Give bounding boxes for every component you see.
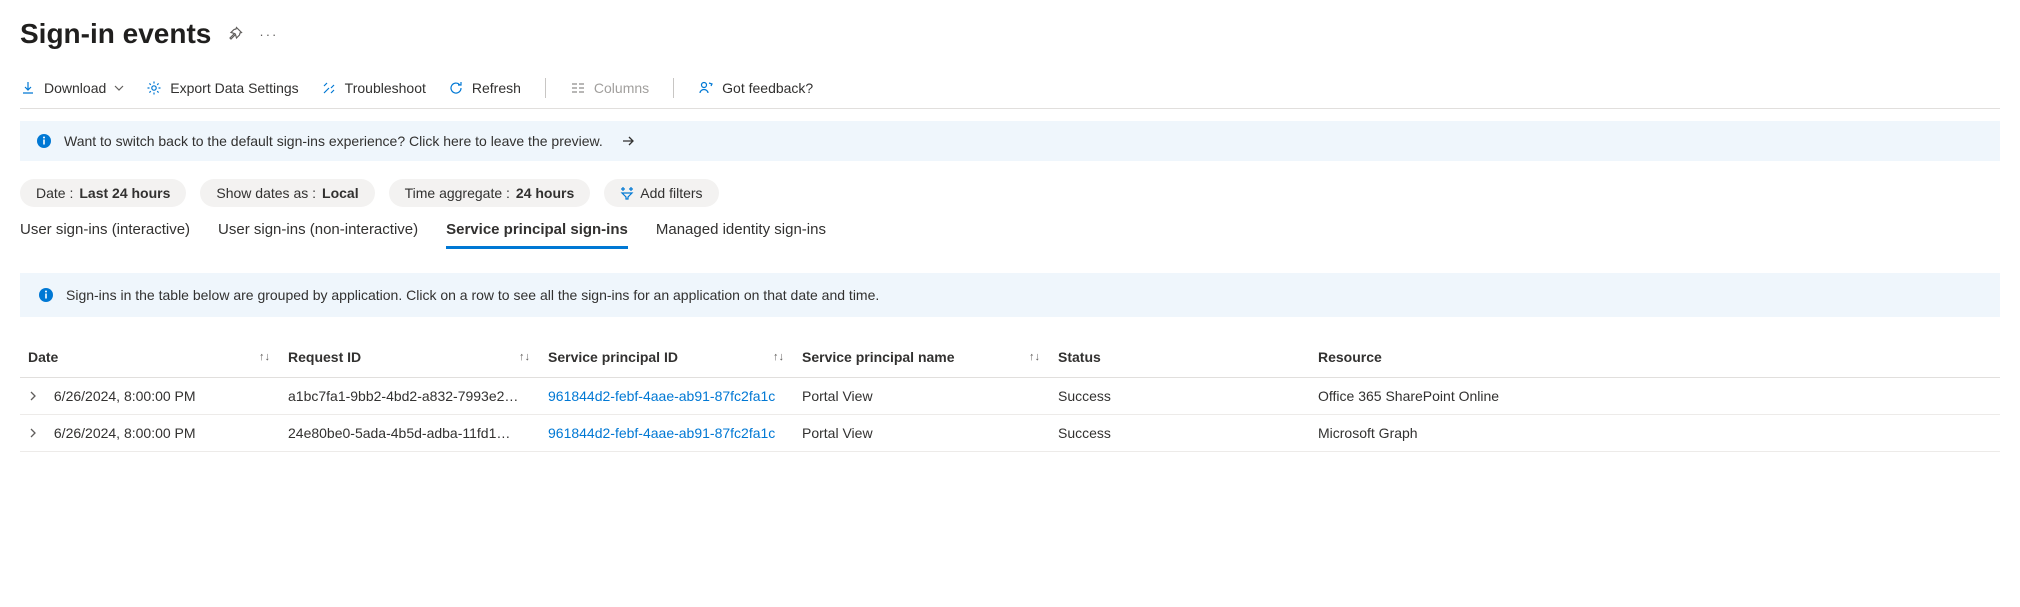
separator [673, 78, 674, 98]
page-title: Sign-in events [20, 18, 211, 50]
troubleshoot-icon [321, 80, 337, 96]
cell-date: 6/26/2024, 8:00:00 PM [54, 425, 196, 441]
columns-icon [570, 80, 586, 96]
table-header-row: Date↑↓ Request ID↑↓ Service principal ID… [20, 339, 2000, 378]
col-sp-name[interactable]: Service principal name↑↓ [794, 339, 1050, 378]
cell-sp-name: Portal View [794, 378, 1050, 415]
export-label: Export Data Settings [170, 80, 298, 96]
pill-value: Local [322, 185, 359, 201]
preview-banner[interactable]: Want to switch back to the default sign-… [20, 121, 2000, 161]
add-filter-button[interactable]: Add filters [604, 179, 718, 207]
sort-icon: ↑↓ [773, 351, 784, 363]
table-info-banner: Sign-ins in the table below are grouped … [20, 273, 2000, 317]
pin-icon[interactable] [227, 26, 243, 42]
filter-pills: Date : Last 24 hours Show dates as : Loc… [20, 179, 2000, 207]
refresh-icon [448, 80, 464, 96]
chevron-right-icon[interactable] [28, 428, 46, 438]
cell-resource: Microsoft Graph [1310, 415, 2000, 452]
cell-request-id: a1bc7fa1-9bb2-4bd2-a832-7993e2… [280, 378, 540, 415]
refresh-label: Refresh [472, 80, 521, 96]
tab-managed-identity[interactable]: Managed identity sign-ins [656, 221, 826, 249]
sort-icon: ↑↓ [519, 351, 530, 363]
chevron-down-icon [114, 80, 124, 96]
download-label: Download [44, 80, 106, 96]
refresh-button[interactable]: Refresh [448, 80, 521, 96]
sort-icon: ↑↓ [259, 351, 270, 363]
feedback-button[interactable]: Got feedback? [698, 80, 813, 96]
cell-resource: Office 365 SharePoint Online [1310, 378, 2000, 415]
export-settings-button[interactable]: Export Data Settings [146, 80, 298, 96]
filter-pill-timezone[interactable]: Show dates as : Local [200, 179, 374, 207]
cell-date: 6/26/2024, 8:00:00 PM [54, 388, 196, 404]
feedback-icon [698, 80, 714, 96]
filter-icon [620, 186, 634, 200]
separator [545, 78, 546, 98]
col-status[interactable]: Status [1050, 339, 1310, 378]
columns-button: Columns [570, 80, 649, 96]
tabs: User sign-ins (interactive) User sign-in… [20, 221, 2000, 249]
command-bar: Download Export Data Settings Troublesho… [20, 78, 2000, 109]
columns-label: Columns [594, 80, 649, 96]
more-icon[interactable]: ··· [259, 27, 278, 42]
troubleshoot-button[interactable]: Troubleshoot [321, 80, 426, 96]
chevron-right-icon[interactable] [28, 391, 46, 401]
arrow-right-icon[interactable] [621, 134, 635, 148]
cell-request-id: 24e80be0-5ada-4b5d-adba-11fd1… [280, 415, 540, 452]
table-row[interactable]: 6/26/2024, 8:00:00 PM a1bc7fa1-9bb2-4bd2… [20, 378, 2000, 415]
banner-text: Want to switch back to the default sign-… [64, 133, 603, 149]
feedback-label: Got feedback? [722, 80, 813, 96]
gear-icon [146, 80, 162, 96]
cell-sp-id-link[interactable]: 961844d2-febf-4aae-ab91-87fc2fa1c [548, 388, 775, 404]
pill-label: Date : [36, 185, 73, 201]
cell-sp-name: Portal View [794, 415, 1050, 452]
tab-user-noninteractive[interactable]: User sign-ins (non-interactive) [218, 221, 418, 249]
info-icon [38, 287, 54, 303]
download-button[interactable]: Download [20, 80, 124, 96]
col-sp-id[interactable]: Service principal ID↑↓ [540, 339, 794, 378]
cell-status: Success [1050, 415, 1310, 452]
col-resource[interactable]: Resource [1310, 339, 2000, 378]
info-icon [36, 133, 52, 149]
troubleshoot-label: Troubleshoot [345, 80, 426, 96]
table-row[interactable]: 6/26/2024, 8:00:00 PM 24e80be0-5ada-4b5d… [20, 415, 2000, 452]
tab-user-interactive[interactable]: User sign-ins (interactive) [20, 221, 190, 249]
add-filter-label: Add filters [640, 185, 702, 201]
col-date[interactable]: Date↑↓ [20, 339, 280, 378]
tab-service-principal[interactable]: Service principal sign-ins [446, 221, 628, 249]
pill-label: Show dates as : [216, 185, 316, 201]
col-request-id[interactable]: Request ID↑↓ [280, 339, 540, 378]
pill-value: Last 24 hours [79, 185, 170, 201]
page-header: Sign-in events ··· [20, 18, 2000, 50]
cell-status: Success [1050, 378, 1310, 415]
filter-pill-date[interactable]: Date : Last 24 hours [20, 179, 186, 207]
pill-label: Time aggregate : [405, 185, 510, 201]
sort-icon: ↑↓ [1029, 351, 1040, 363]
download-icon [20, 80, 36, 96]
filter-pill-aggregate[interactable]: Time aggregate : 24 hours [389, 179, 591, 207]
pill-value: 24 hours [516, 185, 574, 201]
signins-table: Date↑↓ Request ID↑↓ Service principal ID… [20, 339, 2000, 452]
table-info-text: Sign-ins in the table below are grouped … [66, 287, 879, 303]
cell-sp-id-link[interactable]: 961844d2-febf-4aae-ab91-87fc2fa1c [548, 425, 775, 441]
